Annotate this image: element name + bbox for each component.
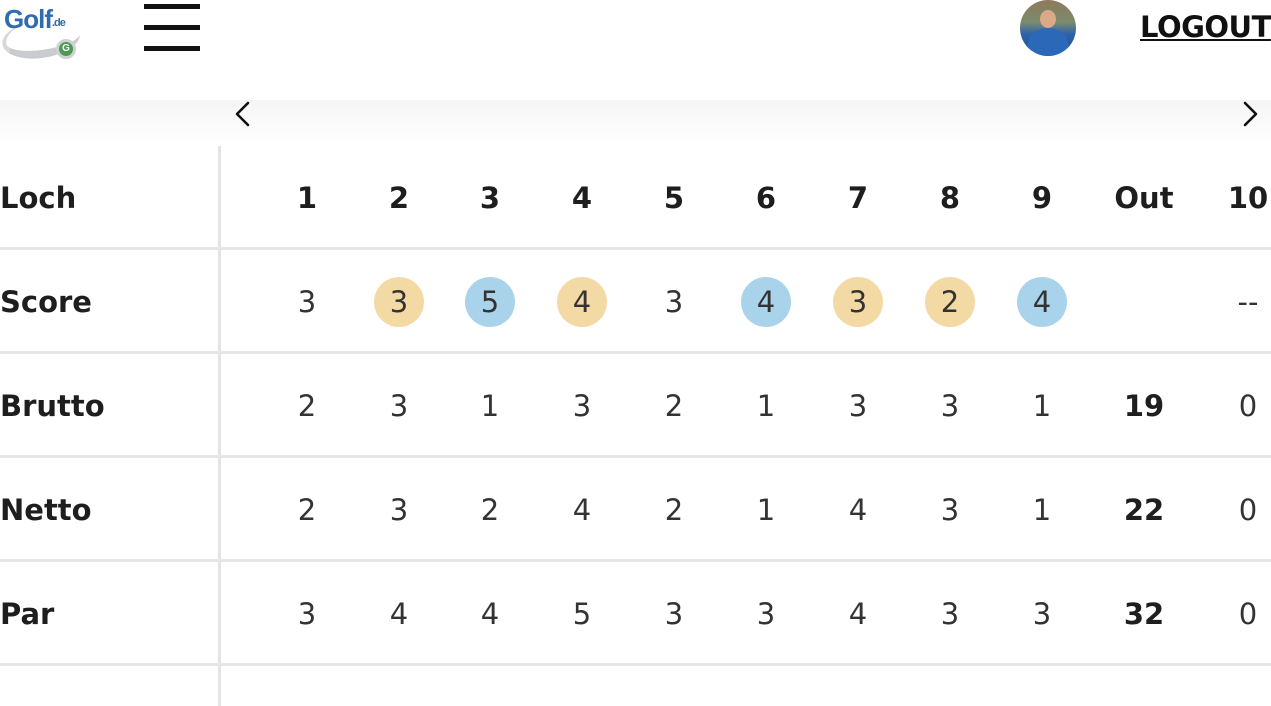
hole-number-cell: 6 <box>755 181 777 215</box>
hole-number-cell: 4 <box>571 181 593 215</box>
score-cell: 2 <box>920 250 980 354</box>
score-cell: 2 <box>664 493 684 527</box>
score-cell: 32 <box>1123 597 1165 631</box>
score-cell: 19 <box>1123 389 1165 423</box>
score-cell: 2 <box>297 493 317 527</box>
score-cell: 2 <box>664 389 684 423</box>
score-cell: 3 <box>297 285 317 319</box>
score-cell: 0 <box>1238 597 1258 631</box>
logout-link[interactable]: LOGOUT <box>1140 10 1271 44</box>
hamburger-bar <box>144 25 200 30</box>
score-cell: 4 <box>848 493 868 527</box>
hole-number-cell: 3 <box>479 181 501 215</box>
score-cell: 1 <box>1032 493 1052 527</box>
score-highlight-blue: 5 <box>465 277 515 327</box>
hamburger-bar <box>144 46 200 51</box>
score-cell: 3 <box>756 597 776 631</box>
score-highlight-orange: 3 <box>833 277 883 327</box>
score-row-par: Par 3 4 4 5 3 3 4 3 3 32 0 <box>0 562 1271 666</box>
score-cell: 4 <box>480 597 500 631</box>
score-row-brutto: Brutto 2 3 1 3 2 1 3 3 1 19 0 <box>0 354 1271 458</box>
hamburger-bar <box>144 4 200 9</box>
score-cell: 3 <box>1032 597 1052 631</box>
score-row-netto: Netto 2 3 2 4 2 1 4 3 1 22 0 <box>0 458 1271 562</box>
logo-badge: G <box>56 39 76 59</box>
hole-number-cell: 2 <box>388 181 410 215</box>
chevron-left-icon[interactable] <box>229 100 259 130</box>
score-cell: 3 <box>572 389 592 423</box>
score-highlight-blue: 4 <box>1017 277 1067 327</box>
score-cell: 22 <box>1123 493 1165 527</box>
scorecard-table: Loch 1 2 3 4 5 6 7 8 9 Out 10 Score 3 3 5 4 3 4 3 2 4 -- Brutto… <box>0 146 1271 706</box>
row-label: Brutto <box>0 389 105 423</box>
score-cell <box>1114 250 1174 354</box>
top-header: Golf.de G LOGOUT <box>0 0 1271 100</box>
hole-number-cell: 5 <box>663 181 685 215</box>
row-label: Score <box>0 285 92 319</box>
score-cell: 1 <box>756 493 776 527</box>
logo-suffix: .de <box>52 17 66 29</box>
score-cell: 3 <box>664 597 684 631</box>
score-cell: 5 <box>460 250 520 354</box>
score-highlight-orange: 4 <box>557 277 607 327</box>
score-cell: 4 <box>389 597 409 631</box>
hole-number-cell: 8 <box>939 181 961 215</box>
score-cell: 2 <box>297 389 317 423</box>
score-cell: 4 <box>848 597 868 631</box>
score-cell: 3 <box>369 250 429 354</box>
score-cell: 1 <box>480 389 500 423</box>
score-cell: 3 <box>664 285 684 319</box>
score-cell: 3 <box>940 493 960 527</box>
score-cell: 0 <box>1238 389 1258 423</box>
row-divider <box>0 663 1271 666</box>
hole-pager <box>0 100 1271 146</box>
score-cell: 0 <box>1238 493 1258 527</box>
hamburger-menu-icon[interactable] <box>144 4 200 52</box>
score-cell: 3 <box>828 250 888 354</box>
score-cell: 1 <box>756 389 776 423</box>
avatar-body <box>1028 28 1068 56</box>
score-cell: 3 <box>848 389 868 423</box>
score-cell: 3 <box>389 389 409 423</box>
score-cell: 4 <box>572 493 592 527</box>
score-cell: 4 <box>552 250 612 354</box>
score-cell: 3 <box>297 597 317 631</box>
hole-number-cell: 10 <box>1227 181 1269 215</box>
hole-number-cell: 7 <box>847 181 869 215</box>
score-cell: -- <box>1237 285 1259 319</box>
score-row-score: Score 3 3 5 4 3 4 3 2 4 -- <box>0 250 1271 354</box>
score-cell: 1 <box>1032 389 1052 423</box>
golf-de-logo[interactable]: Golf.de G <box>0 2 84 64</box>
avatar[interactable] <box>1020 0 1076 56</box>
hole-number-cell: 9 <box>1031 181 1053 215</box>
score-cell: 4 <box>736 250 796 354</box>
row-label: Netto <box>0 493 92 527</box>
score-cell: 3 <box>940 389 960 423</box>
score-highlight-blue: 4 <box>741 277 791 327</box>
hole-number-cell: Out <box>1114 181 1174 215</box>
hole-header-row: Loch 1 2 3 4 5 6 7 8 9 Out 10 <box>0 146 1271 250</box>
score-highlight-orange: 3 <box>374 277 424 327</box>
avatar-head <box>1040 10 1056 28</box>
row-label: Loch <box>0 181 77 215</box>
score-cell: 2 <box>480 493 500 527</box>
score-cell: 3 <box>940 597 960 631</box>
chevron-right-icon[interactable] <box>1236 100 1266 130</box>
score-cell: 5 <box>572 597 592 631</box>
hole-number-cell: 1 <box>296 181 318 215</box>
row-label: Par <box>0 597 55 631</box>
score-cell: 3 <box>389 493 409 527</box>
score-cell: 4 <box>1012 250 1072 354</box>
logo-text: Golf.de <box>4 4 66 34</box>
score-highlight-orange: 2 <box>925 277 975 327</box>
